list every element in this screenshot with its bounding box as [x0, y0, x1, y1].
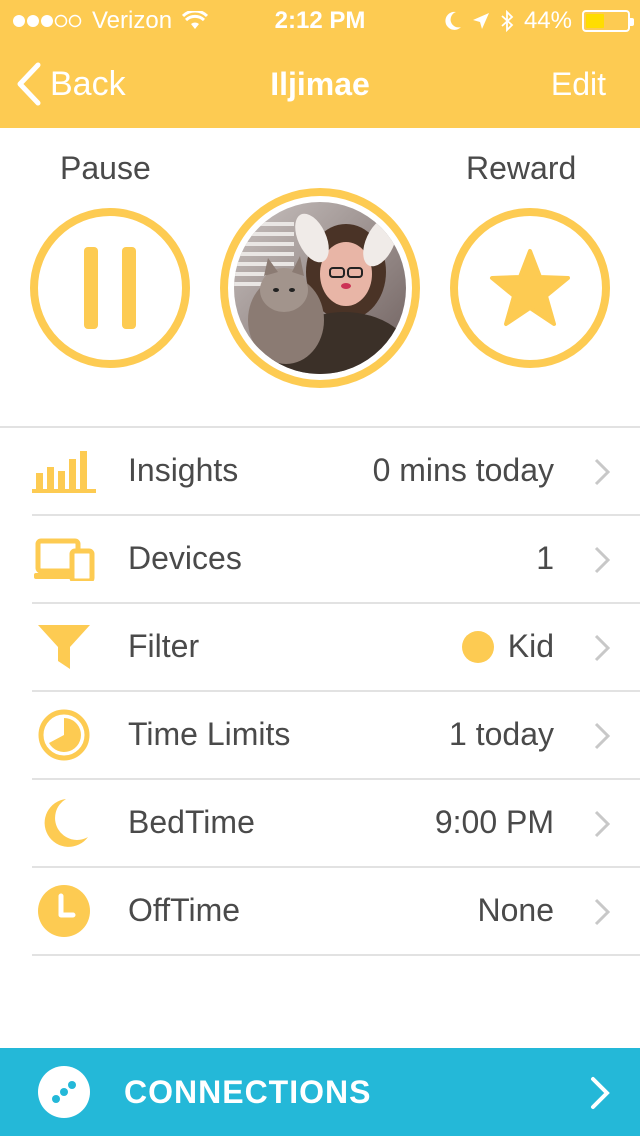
bluetooth-icon	[501, 10, 514, 32]
pie-timer-icon	[32, 709, 96, 761]
chevron-right-icon	[594, 898, 610, 926]
row-filter[interactable]: Filter Kid	[0, 604, 640, 692]
moon-status-icon	[445, 11, 461, 30]
row-bedtime[interactable]: BedTime 9:00 PM	[0, 780, 640, 868]
row-insights[interactable]: Insights 0 mins today	[0, 428, 640, 516]
chevron-right-icon	[594, 810, 610, 838]
chevron-right-icon	[594, 546, 610, 574]
battery-icon	[582, 10, 634, 32]
row-value: 9:00 PM	[434, 804, 554, 840]
row-label: BedTime	[128, 804, 255, 840]
filter-funnel-icon	[32, 622, 96, 672]
status-right: 44%	[444, 7, 634, 35]
row-value: 1 today	[449, 716, 554, 752]
row-value: 1	[536, 540, 554, 576]
chevron-right-icon	[594, 634, 610, 662]
devices-icon	[32, 534, 96, 584]
pause-button[interactable]	[30, 208, 190, 368]
connections-icon	[38, 1066, 90, 1118]
chevron-right-icon	[594, 722, 610, 750]
settings-list: Insights 0 mins today Devices 1 Filter K…	[0, 428, 640, 956]
back-button[interactable]: Back	[16, 62, 126, 106]
row-offtime[interactable]: OffTime None	[0, 868, 640, 956]
row-label: Insights	[128, 452, 239, 488]
moon-icon	[32, 798, 96, 848]
pause-label: Pause	[60, 150, 151, 186]
clock-icon	[32, 885, 96, 937]
pause-icon	[84, 247, 136, 329]
row-label: Filter	[128, 628, 200, 664]
chevron-right-icon	[594, 458, 610, 486]
battery-level	[586, 14, 604, 28]
chevron-right-icon	[591, 1077, 610, 1109]
back-label: Back	[50, 64, 126, 103]
reward-button[interactable]	[450, 208, 610, 368]
profile-photo	[234, 202, 406, 374]
row-value: Kid	[461, 628, 554, 665]
row-value: 0 mins today	[372, 452, 554, 488]
row-value: None	[477, 892, 555, 928]
star-icon	[490, 249, 570, 326]
top-bar: Verizon 2:12 PM 44% Back Iljimae Edit	[0, 0, 640, 128]
reward-label: Reward	[466, 150, 577, 186]
row-label: OffTime	[128, 892, 241, 928]
status-bar: Verizon 2:12 PM 44%	[0, 0, 640, 40]
filter-level-dot	[461, 630, 494, 663]
bar-chart-icon	[32, 446, 96, 496]
battery-percent: 44%	[523, 7, 572, 34]
edit-button[interactable]: Edit	[551, 66, 606, 103]
location-arrow-icon	[472, 13, 489, 29]
nav-bar: Back Iljimae Edit	[0, 40, 640, 128]
row-label: Time Limits	[128, 716, 291, 752]
row-time-limits[interactable]: Time Limits 1 today	[0, 692, 640, 780]
avatar[interactable]	[220, 188, 420, 388]
chevron-left-icon	[17, 62, 41, 106]
connections-label: CONNECTIONS	[124, 1074, 372, 1110]
connections-button[interactable]: CONNECTIONS	[0, 1048, 640, 1136]
row-devices[interactable]: Devices 1	[0, 516, 640, 604]
row-label: Devices	[128, 540, 242, 576]
